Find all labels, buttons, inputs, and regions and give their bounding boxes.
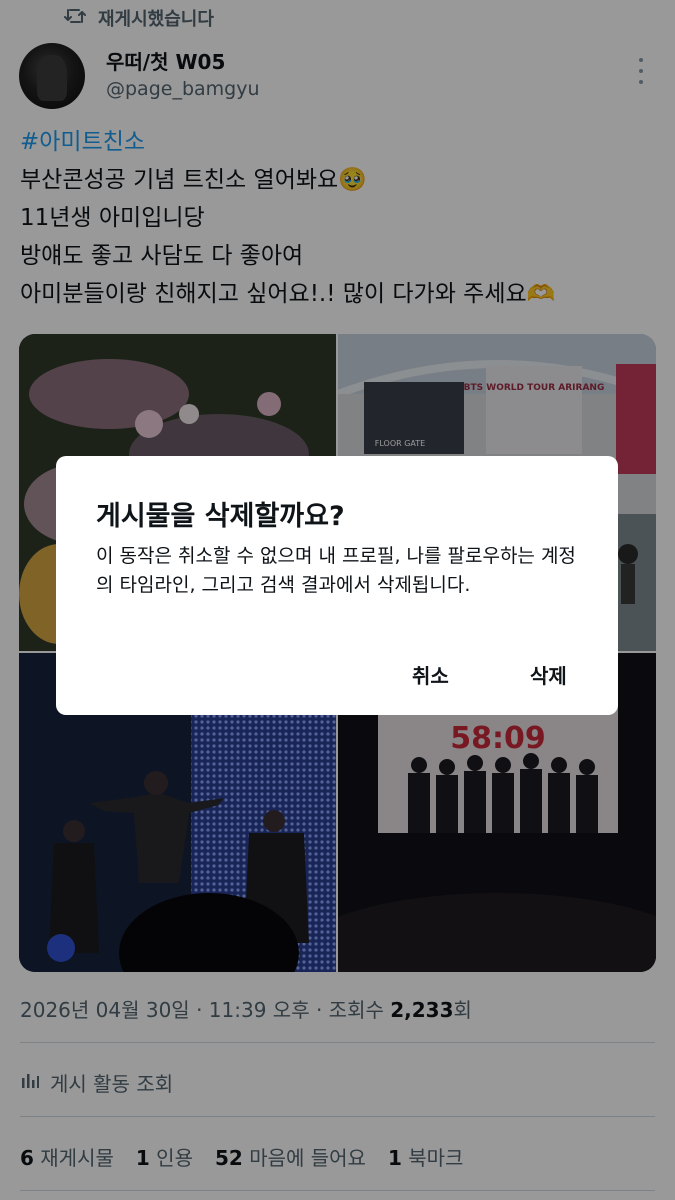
dialog-message: 이 동작은 취소할 수 없으며 내 프로필, 나를 팔로우하는 계정의 타임라인… — [96, 545, 576, 596]
delete-button[interactable]: 삭제 — [530, 660, 567, 689]
dialog-title: 게시물을 삭제할까요? — [96, 501, 345, 532]
delete-post-dialog: 게시물을 삭제할까요? 이 동작은 취소할 수 없으며 내 프로필, 나를 팔로… — [56, 456, 618, 715]
cancel-button[interactable]: 취소 — [412, 660, 449, 689]
